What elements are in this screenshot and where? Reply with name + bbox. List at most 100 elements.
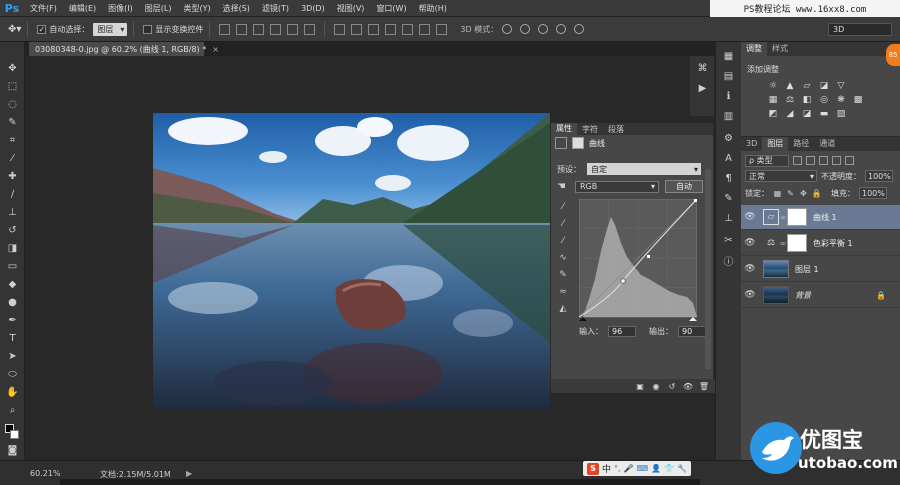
visibility-eye-icon[interactable]: 👁 [741,264,759,274]
tab-paragraph[interactable]: 段落 [603,124,629,135]
menu-image[interactable]: 图像(I) [102,3,139,14]
lock-all-icon[interactable]: 🔒 [812,189,822,198]
menu-help[interactable]: 帮助(H) [413,3,453,14]
filter-pixel-icon[interactable] [793,156,802,165]
punctuation-icon[interactable]: °, [614,464,621,473]
filter-type-icon[interactable] [819,156,828,165]
edit-points-icon[interactable]: ∿ [557,252,569,264]
threshold-icon[interactable]: ◪ [801,108,813,119]
user-icon[interactable]: 👤 [651,464,661,473]
align-right-icon[interactable] [304,23,316,35]
tab-adjustments[interactable]: 调整 [741,42,767,56]
menu-filter[interactable]: 滤镜(T) [256,3,295,14]
skin-icon[interactable]: 👕 [664,464,674,473]
history-icon[interactable]: ⌘ [696,62,709,75]
marquee-tool-icon[interactable]: ⬚ [6,80,19,93]
hand-tool-icon[interactable]: ✋ [6,386,19,399]
chain-link-icon[interactable]: ∞ [779,210,787,224]
trash-icon[interactable]: 🗑 [699,382,709,391]
smooth-curve-icon[interactable]: ≈ [557,286,569,298]
pen-tool-icon[interactable]: ✒ [6,314,19,327]
fill-field[interactable]: 100% [859,187,887,199]
type-tool-icon[interactable]: T [6,332,19,345]
tab-properties[interactable]: 属性 [551,123,577,135]
layer-mask-thumbnail[interactable] [787,208,807,226]
eyedropper-tool-icon[interactable]: ⁄ [6,152,19,165]
layer-row-image[interactable]: 👁 图层 1 [741,257,900,282]
layer-kind-filter[interactable]: ρ 类型 [745,154,789,167]
blur-tool-icon[interactable]: ◆ [6,278,19,291]
crop-tool-icon[interactable]: ⌗ [6,134,19,147]
posterize-icon[interactable]: ◢ [784,108,796,119]
shape-tool-icon[interactable]: ⬭ [6,368,19,381]
lasso-tool-icon[interactable]: ◌ [6,98,19,111]
white-point-eyedropper-icon[interactable]: ⁄ [557,235,569,247]
slide-3d-icon[interactable] [556,24,567,34]
filter-smart-icon[interactable] [845,156,854,165]
workspace-select[interactable]: 3D [828,23,892,36]
history-brush-tool-icon[interactable]: ↺ [6,224,19,237]
opacity-field[interactable]: 100% [865,170,893,182]
paragraph-icon[interactable]: ¶ [722,172,735,185]
vibrance-icon[interactable]: ▽ [835,80,847,91]
menu-file[interactable]: 文件(F) [24,3,63,14]
align-hcenter-icon[interactable] [287,23,299,35]
tab-styles[interactable]: 样式 [767,42,793,56]
align-vcenter-icon[interactable] [236,23,248,35]
drag-3d-icon[interactable] [538,24,549,34]
auto-select-checkbox[interactable]: ✓ [37,24,47,34]
tab-channels[interactable]: 通道 [814,137,840,151]
scale-3d-icon[interactable] [574,24,585,34]
menu-view[interactable]: 视图(V) [331,3,371,14]
stamp-tool-icon[interactable]: ⊥ [6,206,19,219]
draw-curve-icon[interactable]: ✎ [557,269,569,281]
visibility-eye-icon[interactable]: 👁 [741,238,759,248]
preset-select[interactable]: 自定 [587,163,701,175]
black-white-icon[interactable]: ◧ [801,94,813,105]
auto-select-dropdown[interactable]: 图层 [93,22,128,36]
align-bottom-icon[interactable] [253,23,265,35]
gray-point-eyedropper-icon[interactable]: ⁄ [557,218,569,230]
brushes-icon[interactable]: ✎ [722,192,735,205]
clone-source-icon[interactable]: ⊥ [722,212,735,225]
blend-mode-select[interactable]: 正常 [745,170,817,182]
selective-color-icon[interactable]: ▨ [835,108,847,119]
zoom-level[interactable]: 60.21% [30,469,61,478]
layer-mask-thumbnail[interactable] [787,234,807,252]
lock-pixels-icon[interactable]: ✎ [786,189,795,198]
visibility-eye-icon[interactable]: 👁 [741,290,759,300]
filter-adjust-icon[interactable] [806,156,815,165]
show-transform-checkbox[interactable] [143,24,153,34]
align-left-icon[interactable] [270,23,282,35]
auto-button[interactable]: 自动 [665,180,703,193]
document-tab[interactable]: 03080348-0.jpg @ 60.2% (曲线 1, RGB/8) * × [29,42,219,56]
distribute-hcenter-icon[interactable] [402,23,414,35]
filter-shape-icon[interactable] [832,156,841,165]
histogram-icon[interactable]: ▤ [722,70,735,83]
quick-mask-icon[interactable]: ◙ [6,444,19,457]
lock-transparent-icon[interactable]: ▦ [773,189,782,198]
channel-select[interactable]: RGB [575,180,659,193]
input-field[interactable]: 96 [608,326,636,337]
path-select-tool-icon[interactable]: ➤ [6,350,19,363]
properties-scrollbar[interactable] [705,169,711,369]
curves-icon[interactable]: ▱ [801,80,813,91]
keyboard-icon[interactable]: ⌨ [637,464,649,473]
menu-layer[interactable]: 图层(L) [139,3,178,14]
properties-icon[interactable]: ⚙ [722,132,735,145]
status-menu-arrow-icon[interactable]: ▶ [186,469,192,478]
invert-icon[interactable]: ◩ [767,108,779,119]
photo-filter-icon[interactable]: ◎ [818,94,830,105]
roll-3d-icon[interactable] [520,24,531,34]
layer-row-color-balance[interactable]: 👁 ⚖ ∞ 色彩平衡 1 [741,231,900,256]
align-top-icon[interactable] [219,23,231,35]
gradient-tool-icon[interactable]: ▭ [6,260,19,273]
menu-3d[interactable]: 3D(D) [295,4,331,13]
visibility-eye-icon[interactable]: 👁 [741,212,759,222]
distribute-top-icon[interactable] [334,23,346,35]
document-canvas-image[interactable] [153,113,550,410]
move-tool-icon[interactable]: ✥ [6,62,19,75]
chain-link-icon[interactable]: ∞ [779,236,787,250]
actions-icon[interactable]: ▶ [696,82,709,95]
distribute-right-icon[interactable] [419,23,431,35]
